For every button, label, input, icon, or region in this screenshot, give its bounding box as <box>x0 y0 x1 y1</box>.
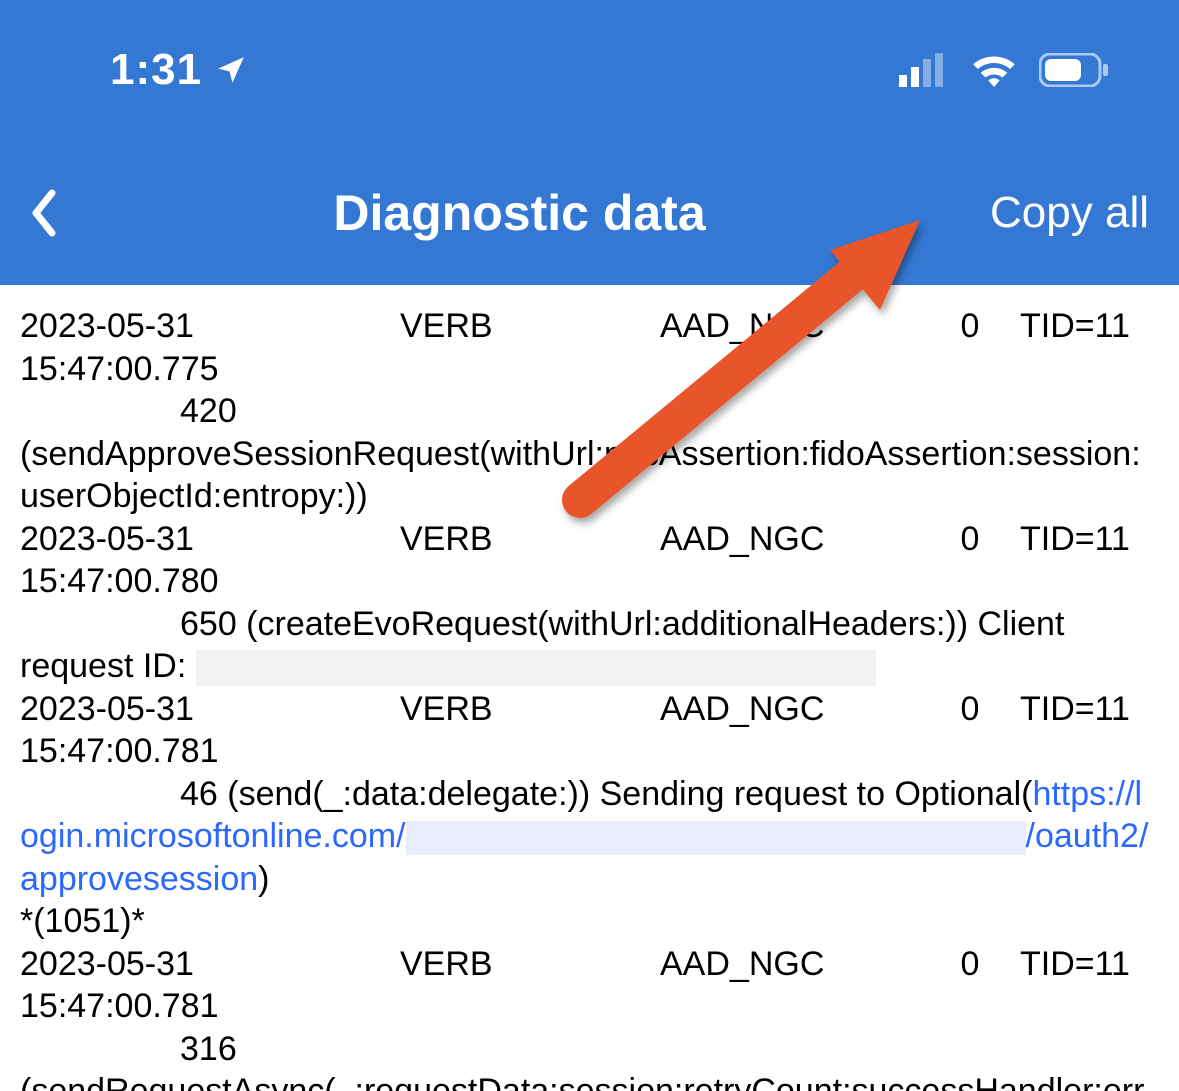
log-entry: 2023-05-31 15:47:00.780 VERB AAD_NGC 0 T… <box>20 518 1159 688</box>
log-text: (sendRequestAsync(_:requestData:session:… <box>20 1072 1144 1091</box>
status-right <box>899 53 1109 87</box>
log-line: 420 <box>20 390 1159 433</box>
log-line: 46 (send(_:data:delegate:)) Sending requ… <box>20 773 1159 901</box>
log-tid: TID=11 <box>1020 305 1159 390</box>
log-code: 0 <box>920 688 1020 773</box>
log-text: 46 (send(_:data:delegate:)) Sending requ… <box>20 773 1032 816</box>
log-area[interactable]: 2023-05-31 15:47:00.775 VERB AAD_NGC 0 T… <box>0 285 1179 1091</box>
log-tid: TID=11 <box>1020 688 1159 773</box>
copy-all-button[interactable]: Copy all <box>949 188 1149 238</box>
log-tid: TID=11 <box>1020 518 1159 603</box>
log-line: request ID: <box>20 645 1159 688</box>
log-level: VERB <box>400 518 660 603</box>
log-line: 650 (createEvoRequest(withUrl:additional… <box>20 603 1159 646</box>
status-time: 1:31 <box>110 45 202 95</box>
page-title: Diagnostic data <box>90 184 949 242</box>
log-entry: 2023-05-31 15:47:00.781 VERB AAD_NGC 0 T… <box>20 943 1159 1091</box>
log-timestamp: 2023-05-31 15:47:00.781 <box>20 943 400 1028</box>
log-tag: AAD_NGC <box>660 943 920 1028</box>
wifi-icon <box>971 53 1017 87</box>
log-timestamp: 2023-05-31 15:47:00.781 <box>20 688 400 773</box>
log-timestamp: 2023-05-31 15:47:00.775 <box>20 305 400 390</box>
log-code: 0 <box>920 305 1020 390</box>
log-text: ) <box>258 860 269 898</box>
log-code: 0 <box>920 518 1020 603</box>
battery-icon <box>1039 53 1109 87</box>
log-tid: TID=11 <box>1020 943 1159 1028</box>
location-icon <box>214 53 248 87</box>
log-tag: AAD_NGC <box>660 305 920 390</box>
back-button[interactable] <box>30 189 90 237</box>
log-line: *(1051)* <box>20 900 1159 943</box>
log-entry: 2023-05-31 15:47:00.781 VERB AAD_NGC 0 T… <box>20 688 1159 943</box>
log-level: VERB <box>400 943 660 1028</box>
redacted-block <box>196 650 876 686</box>
log-level: VERB <box>400 688 660 773</box>
log-text: request ID: <box>20 647 196 685</box>
log-line: 316 <box>20 1028 1159 1071</box>
log-code: 0 <box>920 943 1020 1028</box>
status-time-group: 1:31 <box>110 45 248 95</box>
log-line: (sendApproveSessionRequest(withUrl:ngcAs… <box>20 433 1159 518</box>
signal-icon <box>899 53 949 87</box>
log-line: (sendRequestAsync(_:requestData:session:… <box>20 1070 1159 1091</box>
redacted-block <box>406 821 1026 855</box>
log-tag: AAD_NGC <box>660 518 920 603</box>
log-tag: AAD_NGC <box>660 688 920 773</box>
log-entry: 2023-05-31 15:47:00.775 VERB AAD_NGC 0 T… <box>20 305 1159 518</box>
log-level: VERB <box>400 305 660 390</box>
status-bar: 1:31 <box>0 0 1179 140</box>
nav-bar: Diagnostic data Copy all <box>0 140 1179 285</box>
log-timestamp: 2023-05-31 15:47:00.780 <box>20 518 400 603</box>
